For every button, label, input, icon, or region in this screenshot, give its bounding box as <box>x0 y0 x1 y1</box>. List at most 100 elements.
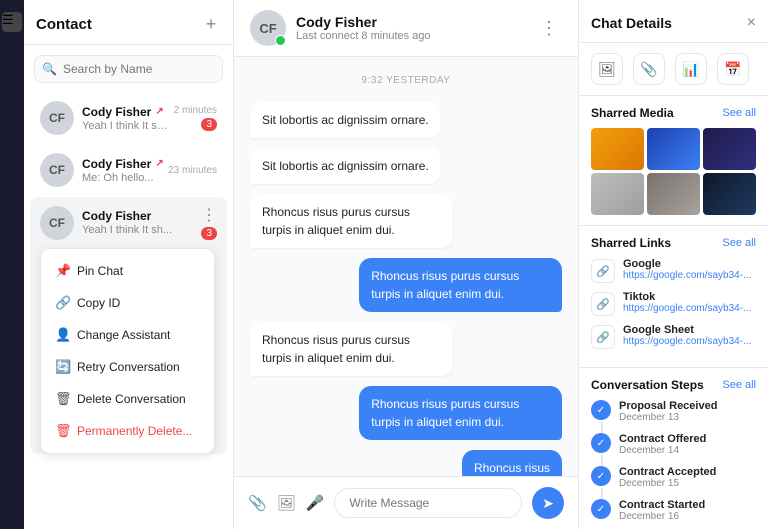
contact-info: Cody Fisher ↗ Yeah I think It shoul... <box>82 105 174 132</box>
media-grid <box>591 128 756 215</box>
shared-links-see-all[interactable]: See all <box>722 237 756 249</box>
image-detail-icon[interactable]: 🖼 <box>591 53 623 85</box>
shared-media-see-all[interactable]: See all <box>722 107 756 119</box>
link-url: https://google.com/sayb34-... <box>623 336 751 347</box>
arrow-icon: ↗ <box>155 158 163 169</box>
step-label: Contract Started <box>619 499 705 511</box>
step-info: Contract Accepted December 15 <box>619 466 716 489</box>
message-item: Rhoncus risus <box>250 450 562 476</box>
chat-area: CF Cody Fisher Last connect 8 minutes ag… <box>234 0 578 529</box>
step-label: Contract Offered <box>619 433 706 445</box>
contact-meta: ⋮ 3 <box>201 205 217 240</box>
conv-step-item: ✓ Contract Offered December 14 <box>591 433 756 456</box>
context-menu-change[interactable]: 👤 Change Assistant <box>41 319 214 351</box>
message-bubble: Rhoncus risus purus cursus turpis in ali… <box>250 194 453 248</box>
contact-meta: 23 minutes <box>168 165 217 176</box>
context-menu-perm-delete[interactable]: 🗑 Permanently Delete... <box>41 415 214 447</box>
conv-steps-header: Conversation Steps See all <box>591 378 756 392</box>
media-thumb[interactable] <box>647 128 700 170</box>
step-check-icon: ✓ <box>591 433 611 453</box>
add-contact-button[interactable]: + <box>201 14 221 34</box>
step-info: Contract Offered December 14 <box>619 433 706 456</box>
contact-info: Cody Fisher Yeah I think It sh... <box>82 209 201 236</box>
search-icon: 🔍 <box>42 62 57 76</box>
link-name: Google Sheet <box>623 324 751 336</box>
link-icon: 🔗 <box>591 325 615 349</box>
contact-name: Cody Fisher ↗ <box>82 105 174 119</box>
conv-step-item: ✓ Contract Started December 16 <box>591 499 756 522</box>
chat-details-header: Chat Details × <box>579 0 768 43</box>
chat-messages: 9:32 YESTERDAY Sit lobortis ac dignissim… <box>234 57 578 476</box>
image-icon[interactable]: 🖼 <box>277 494 296 512</box>
mic-icon[interactable]: 🎤 <box>306 494 325 512</box>
app-sidebar: ☰ <box>0 0 24 529</box>
calendar-detail-icon[interactable]: 📅 <box>717 53 749 85</box>
context-menu-retry[interactable]: 🔄 Retry Conversation <box>41 351 214 383</box>
contact-preview: Yeah I think It shoul... <box>82 120 174 132</box>
contact-item[interactable]: CF Cody Fisher ↗ Me: Oh hello... 23 minu… <box>30 145 227 195</box>
shared-links-title: Sharred Links <box>591 236 671 250</box>
chat-details-icons: 🖼 📎 📊 📅 <box>579 43 768 96</box>
context-menu-copy[interactable]: 🔗 Copy ID <box>41 287 214 319</box>
link-detail-icon[interactable]: 📎 <box>633 53 665 85</box>
chat-header: CF Cody Fisher Last connect 8 minutes ag… <box>234 0 578 57</box>
step-info: Contract Started December 16 <box>619 499 705 522</box>
send-button[interactable]: ➤ <box>532 487 564 519</box>
shared-media-title: Sharred Media <box>591 106 674 120</box>
shared-links-section: Sharred Links See all 🔗 Google https://g… <box>579 226 768 368</box>
media-thumb[interactable] <box>591 128 644 170</box>
link-item[interactable]: 🔗 Google Sheet https://google.com/sayb34… <box>591 324 756 349</box>
link-url: https://google.com/sayb34-... <box>623 270 751 281</box>
contact-time: 23 minutes <box>168 165 217 176</box>
contact-name: Cody Fisher <box>82 209 201 223</box>
message-item: Rhoncus risus purus cursus turpis in ali… <box>250 258 562 312</box>
date-divider: 9:32 YESTERDAY <box>250 75 562 86</box>
message-bubble: Rhoncus risus <box>462 450 562 476</box>
conversation-steps-section: Conversation Steps See all ✓ Proposal Re… <box>579 368 768 529</box>
message-bubble: Rhoncus risus purus cursus turpis in ali… <box>359 386 562 440</box>
chat-more-options-icon[interactable]: ⋮ <box>536 14 562 43</box>
chat-header-info: Cody Fisher Last connect 8 minutes ago <box>296 14 526 42</box>
contact-items-list: CF Cody Fisher ↗ Yeah I think It shoul..… <box>24 91 233 529</box>
link-name: Google <box>623 258 751 270</box>
chat-input-bar: 📎 🖼 🎤 ➤ <box>234 476 578 529</box>
contact-item-active[interactable]: CF Cody Fisher Yeah I think It sh... ⋮ 3… <box>30 197 227 454</box>
chat-details-title: Chat Details <box>591 15 672 31</box>
contact-item[interactable]: CF Cody Fisher ↗ Yeah I think It shoul..… <box>30 93 227 143</box>
more-options-icon[interactable]: ⋮ <box>201 205 217 225</box>
link-text: Tiktok https://google.com/sayb34-... <box>623 291 751 314</box>
message-item: Rhoncus risus purus cursus turpis in ali… <box>250 386 562 440</box>
media-thumb[interactable] <box>591 173 644 215</box>
message-input[interactable] <box>334 488 522 518</box>
contact-list-header: Contact + <box>24 0 233 45</box>
media-thumb[interactable] <box>703 173 756 215</box>
chat-contact-name: Cody Fisher <box>296 14 526 30</box>
link-icon: 🔗 <box>591 259 615 283</box>
step-label: Proposal Received <box>619 400 717 412</box>
media-thumb[interactable] <box>703 128 756 170</box>
step-check-icon: ✓ <box>591 466 611 486</box>
link-item[interactable]: 🔗 Tiktok https://google.com/sayb34-... <box>591 291 756 316</box>
link-icon: 🔗 <box>591 292 615 316</box>
sidebar-menu-icon[interactable]: ☰ <box>2 12 22 32</box>
link-text: Google https://google.com/sayb34-... <box>623 258 751 281</box>
link-item[interactable]: 🔗 Google https://google.com/sayb34-... <box>591 258 756 283</box>
trash-icon: 🗑 <box>55 423 69 439</box>
conv-steps-see-all[interactable]: See all <box>722 379 756 391</box>
contact-name: Cody Fisher ↗ <box>82 157 168 171</box>
contact-list-title: Contact <box>36 16 92 33</box>
message-item: Sit lobortis ac dignissim ornare. <box>250 102 562 138</box>
avatar: CF <box>40 206 74 240</box>
chart-detail-icon[interactable]: 📊 <box>675 53 707 85</box>
shared-media-section: Sharred Media See all <box>579 96 768 226</box>
media-thumb[interactable] <box>647 173 700 215</box>
avatar: CF <box>40 153 74 187</box>
context-menu-delete[interactable]: 🗑 Delete Conversation <box>41 383 214 415</box>
close-icon[interactable]: × <box>747 14 756 32</box>
chat-contact-status: Last connect 8 minutes ago <box>296 30 526 42</box>
contact-preview: Yeah I think It sh... <box>82 224 201 236</box>
context-menu-pin[interactable]: 📌 Pin Chat <box>41 255 214 287</box>
search-input[interactable] <box>34 55 223 83</box>
contact-meta: 2 minutes 3 <box>174 105 217 131</box>
attachment-icon[interactable]: 📎 <box>248 494 267 512</box>
